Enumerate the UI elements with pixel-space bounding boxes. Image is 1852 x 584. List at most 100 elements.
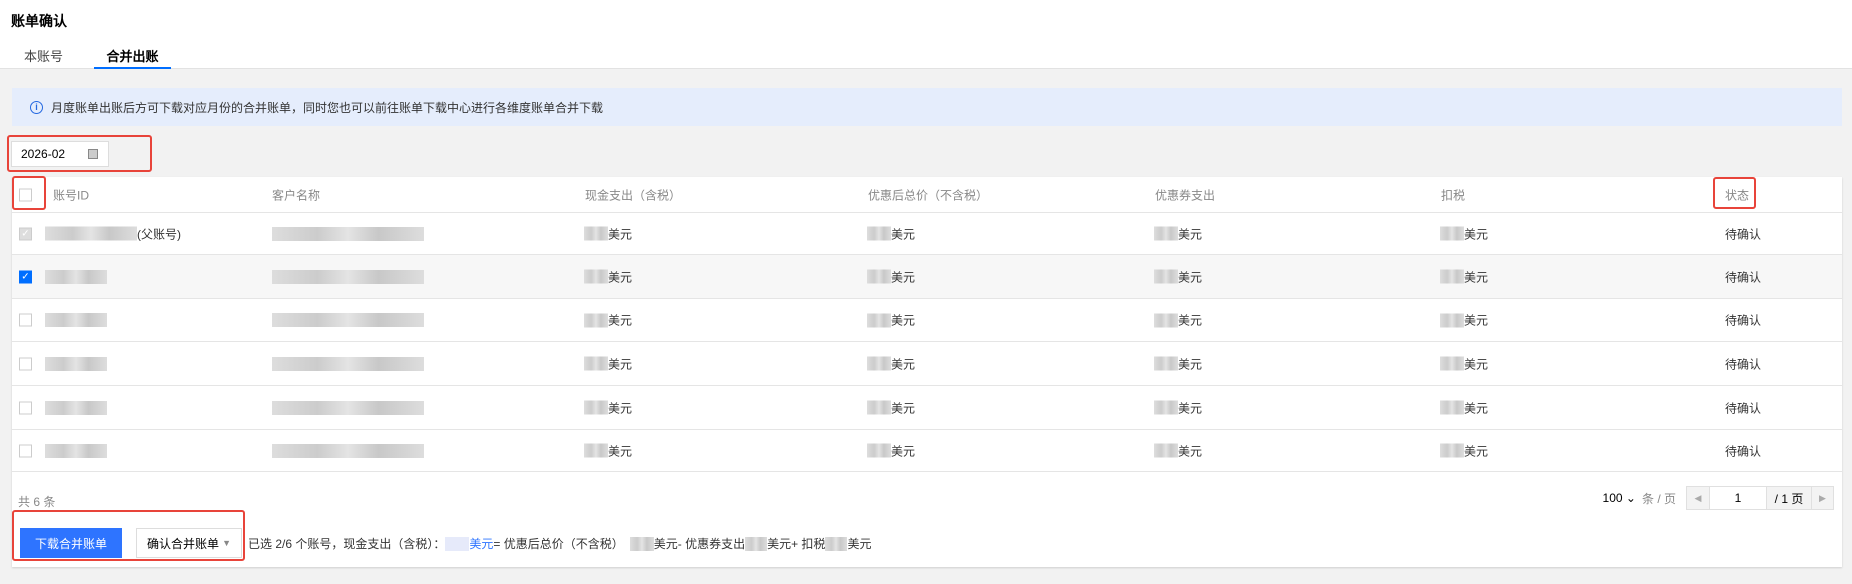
blurred-value (1440, 313, 1464, 327)
amount-cell: 美元 (867, 399, 915, 416)
status-badge: 待确认 (1725, 357, 1762, 371)
table-row[interactable]: ✓ (父账号) 美元 美元 美元 美元 待确认 (12, 213, 1842, 255)
currency-unit: 美元 (1464, 227, 1489, 241)
total-count: 共 6 条 (18, 495, 56, 509)
page-input[interactable]: 1 (1709, 487, 1767, 509)
info-text: 月度账单出账后方可下载对应月份的合并账单，同时您也可以前往账单下载中心进行各维度… (51, 100, 604, 115)
amount-cell: 美元 (1440, 268, 1488, 285)
blurred-value (1154, 443, 1178, 458)
table-row[interactable]: 美元 美元 美元 美元 待确认 (12, 430, 1842, 472)
amount-cell: 美元 (584, 312, 632, 329)
table-row[interactable]: 美元 美元 美元 美元 待确认 (12, 386, 1842, 430)
table-row[interactable]: 美元 美元 美元 美元 待确认 (12, 299, 1842, 342)
blurred-value (45, 269, 107, 284)
page-title: 账单确认 (11, 13, 67, 29)
info-banner: i 月度账单出账后方可下载对应月份的合并账单，同时您也可以前往账单下载中心进行各… (12, 88, 1842, 126)
summary-unit: 美元 (847, 537, 872, 551)
blurred-value (867, 313, 891, 327)
currency-unit: 美元 (608, 270, 633, 284)
prev-page-icon[interactable]: ◀ (1687, 487, 1709, 509)
col-tax: 扣税 (1441, 188, 1466, 202)
status-badge: 待确认 (1725, 401, 1762, 415)
currency-unit: 美元 (1178, 313, 1203, 328)
row-checkbox: ✓ (19, 227, 32, 240)
chevron-down-icon: ⌄ (1625, 491, 1636, 505)
blurred-value (45, 226, 137, 241)
page-size-select[interactable]: 100 ⌄ (1603, 491, 1636, 505)
table-row[interactable]: ✓ 美元 美元 美元 美元 待确认 (12, 255, 1842, 299)
blurred-value (867, 443, 891, 458)
customer-name (272, 226, 424, 241)
blurred-value (584, 443, 608, 458)
currency-unit: 美元 (608, 444, 633, 458)
table-row[interactable]: 美元 美元 美元 美元 待确认 (12, 342, 1842, 386)
blurred-value (1440, 269, 1464, 284)
row-checkbox[interactable] (19, 444, 32, 457)
account-id (45, 313, 107, 327)
amount-cell: 美元 (1154, 312, 1202, 329)
customer-name (272, 269, 424, 284)
currency-unit: 美元 (1464, 444, 1489, 458)
pagination: 100 ⌄ 条 / 页 ◀ 1 / 1 页 ▶ (1603, 486, 1834, 510)
blurred-value (1154, 313, 1178, 327)
row-checkbox[interactable] (19, 357, 32, 370)
row-checkbox[interactable]: ✓ (19, 270, 32, 283)
tab-merged-billing[interactable]: 合并出账 (94, 46, 171, 69)
parent-account-label: (父账号) (137, 227, 181, 241)
col-account-id: 账号ID (53, 188, 90, 202)
currency-unit: 美元 (1464, 313, 1489, 328)
amount-cell: 美元 (1440, 225, 1488, 242)
blurred-value (1154, 226, 1178, 241)
summary-unit: 美元 (767, 537, 792, 551)
account-id (45, 400, 107, 415)
blurred-value (867, 269, 891, 284)
amount-cell: 美元 (1154, 355, 1202, 372)
blurred-value (584, 313, 608, 327)
amount-cell: 美元 (584, 399, 632, 416)
amount-cell: 美元 (1154, 225, 1202, 242)
amount-cell: 美元 (1440, 399, 1488, 416)
amount-cell: 美元 (867, 225, 915, 242)
blurred-value (867, 356, 891, 371)
amount-cell: 美元 (584, 355, 632, 372)
per-page-label: 条 / 页 (1641, 491, 1676, 506)
customer-name (272, 400, 424, 415)
col-coupon: 优惠券支出 (1155, 188, 1216, 202)
currency-unit: 美元 (891, 227, 916, 241)
account-id (45, 443, 107, 458)
blurred-value (745, 536, 768, 551)
amount-cell: 美元 (1440, 442, 1488, 459)
amount-cell: 美元 (584, 268, 632, 285)
blurred-value (1154, 356, 1178, 371)
account-id (45, 356, 107, 371)
amount-cell: 美元 (584, 442, 632, 459)
tab-own-account[interactable]: 本账号 (24, 46, 63, 69)
currency-unit: 美元 (891, 401, 916, 415)
currency-unit: 美元 (608, 313, 633, 328)
next-page-icon[interactable]: ▶ (1811, 487, 1833, 509)
status-badge: 待确认 (1725, 227, 1762, 241)
customer-name (272, 313, 424, 327)
status-badge: 待确认 (1725, 270, 1762, 284)
amount-cell: 美元 (867, 355, 915, 372)
amount-cell: 美元 (1154, 399, 1202, 416)
row-checkbox[interactable] (19, 401, 32, 414)
customer-name (272, 356, 424, 371)
row-checkbox[interactable] (19, 313, 32, 327)
table-header: 账号ID 客户名称 现金支出（含税） 优惠后总价（不含税） 优惠券支出 扣税 状… (12, 177, 1842, 213)
currency-unit: 美元 (1178, 227, 1203, 241)
amount-cell: 美元 (584, 225, 632, 242)
blurred-value (272, 313, 424, 327)
blurred-value (45, 443, 107, 458)
currency-unit: 美元 (891, 444, 916, 458)
status-badge: 待确认 (1725, 313, 1762, 328)
amount-cell: 美元 (867, 268, 915, 285)
page-size-value: 100 (1602, 491, 1623, 505)
blurred-value (45, 400, 107, 415)
currency-unit: 美元 (608, 227, 633, 241)
blurred-value (1440, 400, 1464, 415)
blurred-value (1440, 356, 1464, 371)
blurred-value (1154, 400, 1178, 415)
currency-unit: 美元 (891, 313, 916, 328)
blurred-value (1440, 443, 1464, 458)
